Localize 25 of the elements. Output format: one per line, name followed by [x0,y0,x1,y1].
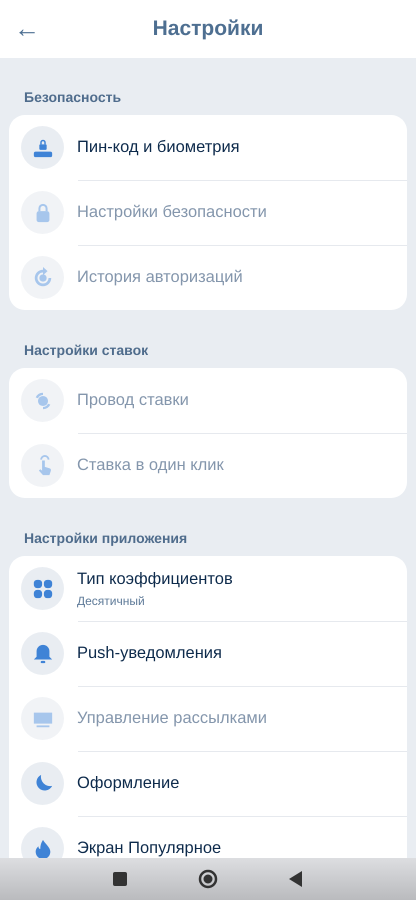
settings-item[interactable]: Push-уведомления [9,621,407,686]
home-icon[interactable] [198,869,218,889]
settings-item[interactable]: Тип коэффициентов Десятичный [9,556,407,621]
section-title: Безопасность [24,89,122,105]
page-title: Настройки [152,17,264,41]
item-label: Оформление [77,774,180,793]
item-label: Провод ставки [77,391,189,410]
item-label: Экран Популярное [77,839,222,858]
bell-icon [32,642,54,664]
back-button[interactable]: ← [8,11,46,45]
section-title: Настройки ставок [24,342,150,358]
item-label: Push-уведомления [77,644,222,663]
item-label: Управление рассылками [77,709,267,728]
item-label: История авторизаций [77,268,243,287]
grid-icon [32,578,54,600]
settings-item[interactable]: Оформление [9,751,407,816]
section-title: Настройки приложения [24,530,188,546]
settings-item[interactable]: Пин-код и биометрия [9,115,407,180]
item-label: Ставка в один клик [77,456,224,475]
item-label: Настройки безопасности [77,203,267,222]
recent-apps-icon[interactable] [110,869,130,889]
item-label: Пин-код и биометрия [77,138,240,157]
settings-item[interactable]: Экран Популярное [9,816,407,858]
item-label: Тип коэффициентов [77,570,233,588]
item-value: Десятичный [77,594,146,608]
